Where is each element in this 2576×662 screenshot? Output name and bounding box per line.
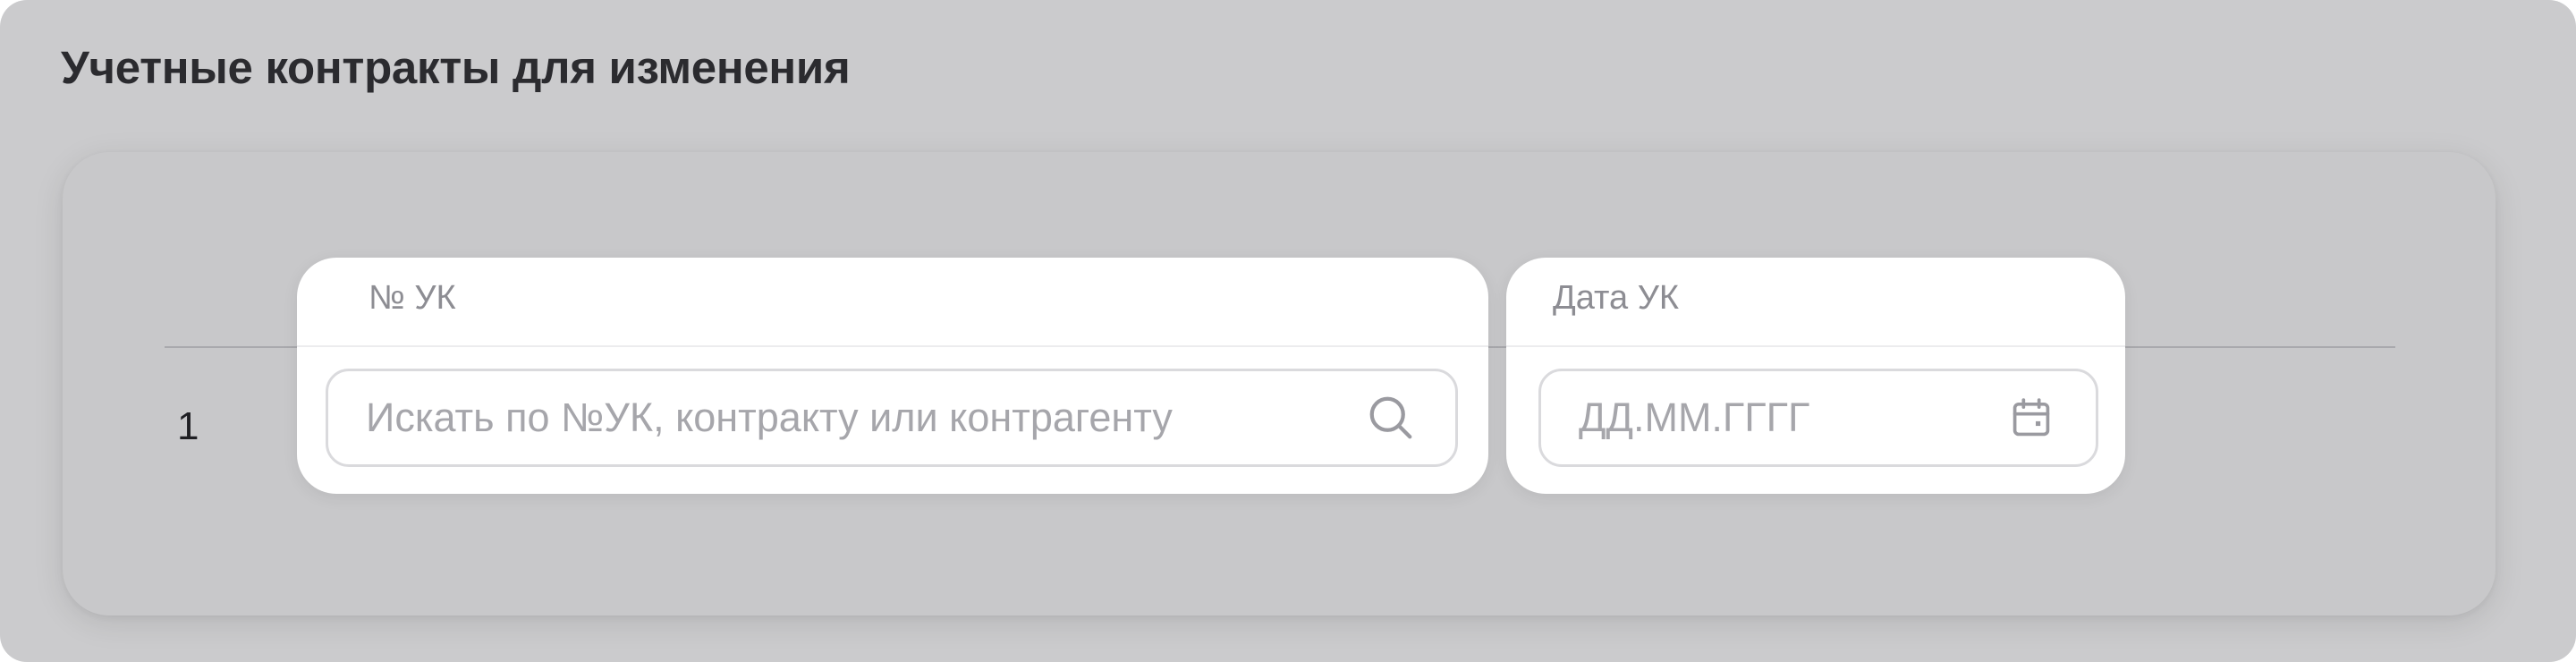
row-index: 1 <box>177 404 199 448</box>
contract-date-cell: Дата УК <box>1506 258 2125 494</box>
contracts-table-card: 1 № УК Дата УК <box>63 152 2496 615</box>
contract-date-field[interactable] <box>1538 369 2098 467</box>
cell-divider <box>297 345 1488 347</box>
contract-search-field[interactable] <box>326 369 1458 467</box>
search-icon[interactable] <box>1362 389 1419 446</box>
contract-search-input[interactable] <box>328 371 1362 464</box>
contract-date-input[interactable] <box>1541 371 2003 464</box>
section-title: Учетные контракты для изменения <box>61 42 851 93</box>
cell-divider <box>1506 345 2125 347</box>
contract-number-cell: № УК <box>297 258 1488 494</box>
calendar-icon[interactable] <box>2003 389 2060 446</box>
column-header-contract-date: Дата УК <box>1553 279 1679 317</box>
column-header-contract-number: № УК <box>369 279 456 317</box>
contracts-panel: Учетные контракты для изменения 1 № УК Д… <box>0 0 2576 662</box>
